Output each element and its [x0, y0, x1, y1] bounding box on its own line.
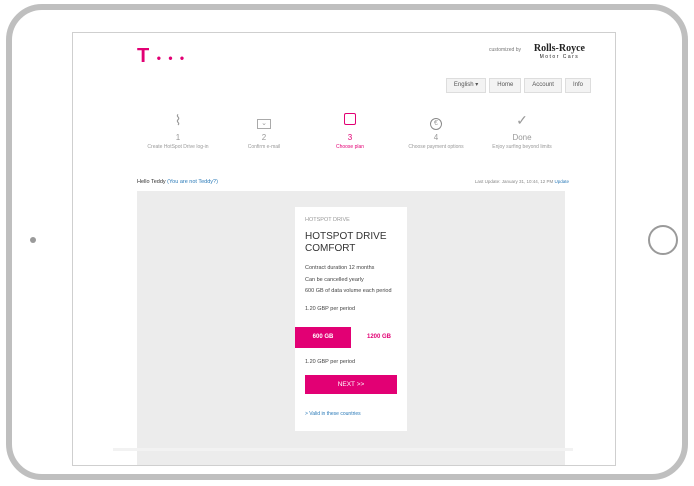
option-600gb[interactable]: 600 GB	[295, 327, 351, 348]
step-4: € 4 Choose payment options	[408, 118, 464, 150]
plan-title: HOTSPOT DRIVE COMFORT	[305, 231, 387, 254]
nav-account[interactable]: Account	[524, 78, 562, 93]
package-icon	[344, 113, 356, 125]
telekom-logo: T • • •	[137, 45, 187, 67]
next-button[interactable]: NEXT >>	[305, 375, 397, 394]
plan-kicker: HOTSPOT DRIVE	[305, 217, 350, 223]
progress-steps: ⌇ 1 Create HotSpot Drive log-in ⌄ 2 Conf…	[135, 111, 565, 151]
check-icon: ✓	[516, 112, 528, 128]
footer-divider	[113, 448, 573, 451]
plan-price: 1.20 GBP per period	[305, 359, 356, 365]
plan-feature: 600 GB of data volume each period	[305, 288, 392, 294]
customized-by-label: customized by	[489, 47, 521, 53]
plan-feature: 1.20 GBP per period	[305, 306, 356, 312]
euro-icon: €	[430, 118, 442, 130]
step-2: ⌄ 2 Confirm e-mail	[247, 119, 281, 150]
step-3: 3 Choose plan	[307, 111, 393, 151]
hotspot-tag-icon: ⌇	[174, 112, 182, 128]
main-content: HOTSPOT DRIVE HOTSPOT DRIVE COMFORT Cont…	[137, 191, 565, 465]
top-nav: English ▾ Home Account Info	[443, 78, 591, 93]
update-link[interactable]: Update	[554, 179, 569, 184]
plan-feature: Can be cancelled yearly	[305, 277, 364, 283]
step-1: ⌇ 1 Create HotSpot Drive log-in	[135, 111, 221, 151]
last-update: Last Update: January 31, 10:44, 12 PM Up…	[474, 179, 569, 184]
greeting: Hello Teddy (You are not Teddy?)	[137, 179, 218, 185]
envelope-icon: ⌄	[257, 119, 271, 129]
partner-logo: Rolls-Royce Motor Cars	[533, 43, 585, 60]
home-button[interactable]	[648, 225, 678, 255]
language-select[interactable]: English ▾	[445, 78, 487, 93]
plan-feature: Contract duration 12 months	[305, 265, 375, 271]
option-1200gb[interactable]: 1200 GB	[351, 327, 407, 348]
step-done: ✓ Done Enjoy surfing beyond limits	[479, 111, 565, 151]
valid-countries-link[interactable]: > Valid in these countries	[305, 411, 361, 417]
nav-home[interactable]: Home	[489, 78, 522, 93]
nav-info[interactable]: Info	[564, 78, 591, 93]
not-you-link[interactable]: (You are not Teddy?)	[167, 179, 218, 185]
plan-card: HOTSPOT DRIVE HOTSPOT DRIVE COMFORT Cont…	[295, 207, 407, 431]
camera-dot	[30, 237, 36, 243]
screen: T • • • customized by Rolls-Royce Motor …	[72, 32, 616, 466]
